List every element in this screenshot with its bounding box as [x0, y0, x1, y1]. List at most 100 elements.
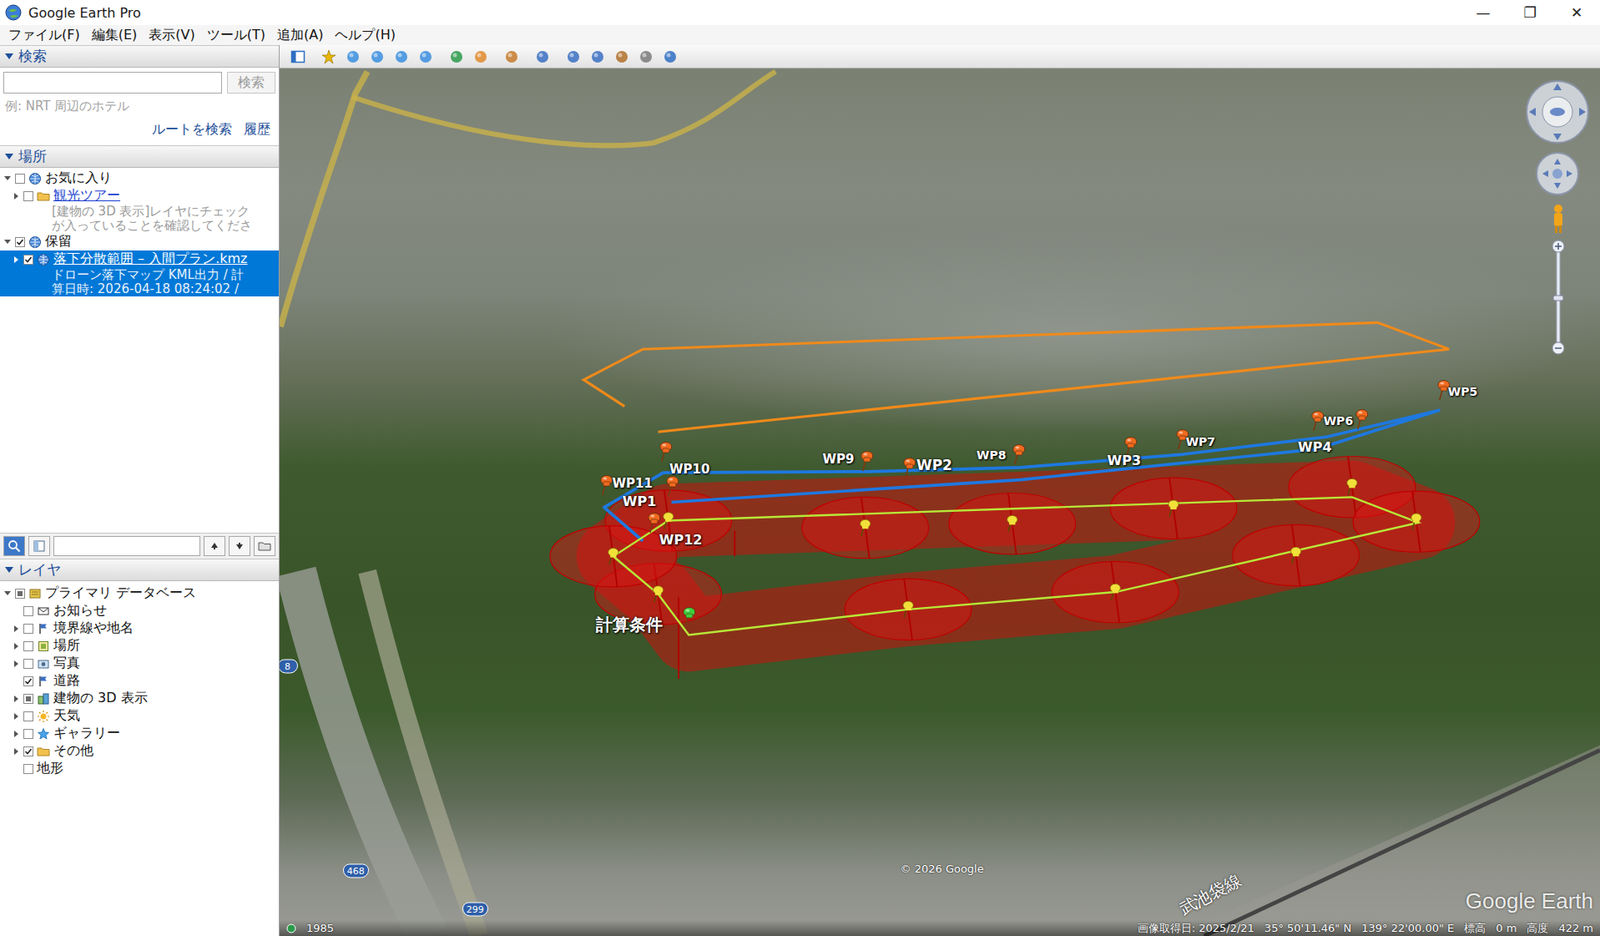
tree-row[interactable]: 場所 — [0, 636, 279, 655]
waypoint-label[interactable]: WP10 — [669, 461, 710, 477]
waypoint-label[interactable]: WP3 — [1107, 452, 1142, 469]
checkbox[interactable] — [23, 658, 34, 669]
layers-header[interactable]: レイヤ — [0, 558, 279, 581]
pegman-icon[interactable] — [1554, 204, 1563, 233]
tree-item[interactable]: 天気 — [0, 706, 279, 725]
waypoint-label[interactable]: WP5 — [1448, 384, 1478, 399]
panel-toggle-button[interactable] — [28, 535, 51, 556]
checkbox[interactable] — [23, 746, 34, 757]
expander[interactable] — [3, 173, 12, 184]
toolbar-button[interactable] — [587, 46, 608, 67]
tree-row[interactable]: 地形 — [0, 759, 279, 778]
tree-row[interactable]: お気に入り — [0, 169, 279, 187]
item-label[interactable]: 落下分散範囲 – 入間プラン.kmz — [53, 250, 248, 268]
tree-item[interactable]: 保留 — [0, 232, 279, 251]
waypoint-label[interactable]: WP6 — [1323, 413, 1353, 428]
window-control-button[interactable]: ❐ — [1506, 0, 1554, 26]
expander[interactable] — [11, 254, 21, 265]
expander[interactable] — [11, 641, 21, 652]
expander[interactable] — [11, 191, 21, 202]
tree-item[interactable]: お知らせ — [0, 601, 279, 620]
waypoint-pin[interactable] — [665, 474, 681, 497]
condition-label[interactable]: 計算条件 — [595, 613, 663, 636]
tree-item[interactable]: お気に入り — [0, 169, 279, 187]
waypoint-label[interactable]: WP1 — [622, 493, 657, 510]
waypoint-label[interactable]: WP8 — [976, 448, 1006, 462]
checkbox[interactable] — [23, 711, 34, 722]
tree-row[interactable]: 観光ツアー — [0, 186, 279, 205]
toolbar-button[interactable] — [415, 46, 436, 67]
toolbar-button[interactable] — [563, 46, 584, 67]
tree-row[interactable]: プライマリ データベース — [0, 584, 279, 602]
checkbox[interactable] — [15, 173, 26, 184]
item-label[interactable]: プライマリ データベース — [45, 584, 197, 602]
item-label[interactable]: 天気 — [53, 706, 81, 725]
toolbar-button[interactable] — [501, 46, 522, 67]
search-header[interactable]: 検索 — [0, 45, 279, 68]
tree-item[interactable]: 地形 — [0, 759, 279, 778]
checkbox[interactable] — [23, 623, 34, 634]
tree-item[interactable]: 場所 — [0, 636, 279, 655]
expander[interactable] — [3, 237, 12, 248]
item-label[interactable]: 建物の 3D 表示 — [53, 689, 148, 707]
expander[interactable] — [11, 746, 21, 757]
tree-row[interactable]: お知らせ — [0, 601, 279, 620]
item-label[interactable]: お知らせ — [53, 601, 107, 620]
tree-row[interactable]: 道路 — [0, 671, 279, 690]
item-label[interactable]: お気に入り — [45, 169, 112, 187]
menu-item[interactable]: 追加(A) — [272, 25, 329, 46]
waypoint-pin[interactable] — [1011, 443, 1027, 465]
checkbox[interactable] — [23, 693, 34, 704]
checkbox[interactable] — [23, 191, 34, 202]
tree-row[interactable]: 建物の 3D 表示 — [0, 689, 279, 707]
expander[interactable] — [3, 588, 12, 599]
down-button[interactable] — [228, 535, 251, 556]
map-view[interactable]: WP1WP2WP3WP4WP5WP6WP7WP8WP9WP10WP11WP12計… — [279, 68, 1600, 936]
tree-row[interactable]: 写真 — [0, 654, 279, 672]
checkbox[interactable] — [15, 237, 26, 248]
places-header[interactable]: 場所 — [0, 145, 279, 168]
toolbar-button[interactable] — [446, 46, 467, 67]
toolbar-button[interactable] — [318, 46, 339, 67]
tree-row[interactable]: 落下分散範囲 – 入間プラン.kmz — [0, 250, 279, 268]
toolbar-button[interactable] — [343, 46, 364, 67]
checkbox[interactable] — [15, 588, 26, 599]
item-label[interactable]: 地形 — [36, 759, 64, 778]
checkbox[interactable] — [23, 676, 34, 687]
toolbar-button[interactable] — [611, 46, 632, 67]
tree-item[interactable]: プライマリ データベース — [0, 584, 279, 602]
waypoint-label[interactable]: WP11 — [612, 475, 653, 491]
places-filter-input[interactable] — [53, 535, 201, 556]
item-label[interactable]: 保留 — [45, 232, 72, 251]
zoom-slider[interactable] — [1552, 240, 1565, 354]
waypoint-label[interactable]: WP9 — [822, 451, 854, 467]
expander[interactable] — [11, 623, 21, 634]
tree-item[interactable]: その他 — [0, 741, 279, 760]
toolbar-button[interactable] — [367, 46, 388, 67]
menu-item[interactable]: 編集(E) — [86, 25, 143, 46]
tree-row[interactable]: ギャラリー — [0, 724, 279, 742]
expander[interactable] — [11, 711, 21, 722]
search-button[interactable]: 検索 — [227, 71, 276, 94]
search-link[interactable]: 履歴 — [243, 121, 271, 139]
tree-item[interactable]: 境界線や地名 — [0, 619, 279, 637]
item-label[interactable]: 場所 — [53, 636, 81, 655]
waypoint-label[interactable]: WP12 — [659, 530, 703, 547]
menu-item[interactable]: ヘルプ(H) — [329, 25, 401, 46]
checkbox[interactable] — [23, 728, 34, 739]
waypoint-label[interactable]: WP7 — [1186, 434, 1216, 449]
tree-item[interactable]: 道路 — [0, 671, 279, 690]
look-control[interactable] — [1526, 80, 1589, 143]
waypoint-pin[interactable] — [599, 474, 615, 496]
waypoint-label[interactable]: WP4 — [1297, 439, 1333, 455]
waypoint-pin[interactable] — [658, 440, 674, 463]
menu-item[interactable]: ファイル(F) — [3, 25, 86, 46]
item-label[interactable]: その他 — [53, 741, 94, 760]
tree-item[interactable]: 観光ツアー[建物の 3D 表示]レイヤにチェックが入っていることを確認してくださ — [0, 186, 279, 233]
waypoint-pin[interactable] — [1310, 409, 1326, 432]
waypoint-pin[interactable] — [902, 456, 918, 479]
up-button[interactable] — [203, 535, 226, 556]
waypoint-pin[interactable] — [646, 511, 662, 534]
expander[interactable] — [11, 728, 21, 739]
window-control-button[interactable]: ✕ — [1553, 0, 1600, 26]
